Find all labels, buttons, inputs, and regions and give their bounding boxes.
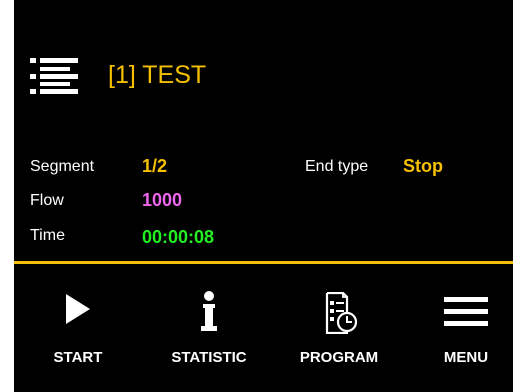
time-label: Time bbox=[30, 227, 65, 244]
program-label: PROGRAM bbox=[299, 349, 379, 366]
list-icon bbox=[30, 58, 78, 94]
play-icon bbox=[66, 294, 90, 324]
menu-label: MENU bbox=[443, 349, 489, 366]
controller-screen: [1] TEST Segment 1/2 Flow 1000 Time 00:0… bbox=[14, 0, 513, 392]
time-value: 00:00:08 bbox=[142, 227, 215, 247]
statistic-button[interactable]: STATISTIC bbox=[149, 264, 269, 392]
flow-label: Flow bbox=[30, 192, 64, 209]
menu-button[interactable]: MENU bbox=[421, 264, 511, 392]
program-title: [1] TEST bbox=[108, 61, 207, 89]
start-button[interactable]: START bbox=[29, 264, 127, 392]
bottom-toolbar: START STATISTIC PROGRAM MENU bbox=[14, 264, 513, 392]
program-header: [1] TEST bbox=[14, 55, 513, 95]
info-icon bbox=[201, 291, 217, 331]
end-type-label: End type bbox=[305, 158, 369, 175]
end-type-value: Stop bbox=[403, 156, 443, 176]
hamburger-menu-icon bbox=[444, 297, 488, 326]
flow-value: 1000 bbox=[142, 190, 183, 210]
statistic-label: STATISTIC bbox=[171, 349, 247, 366]
start-label: START bbox=[53, 349, 103, 366]
segment-value: 1/2 bbox=[142, 156, 168, 176]
program-schedule-icon bbox=[325, 292, 358, 334]
program-button[interactable]: PROGRAM bbox=[279, 264, 399, 392]
status-panel: Segment 1/2 Flow 1000 Time 00:00:08 End … bbox=[14, 150, 513, 250]
segment-label: Segment bbox=[30, 158, 95, 175]
